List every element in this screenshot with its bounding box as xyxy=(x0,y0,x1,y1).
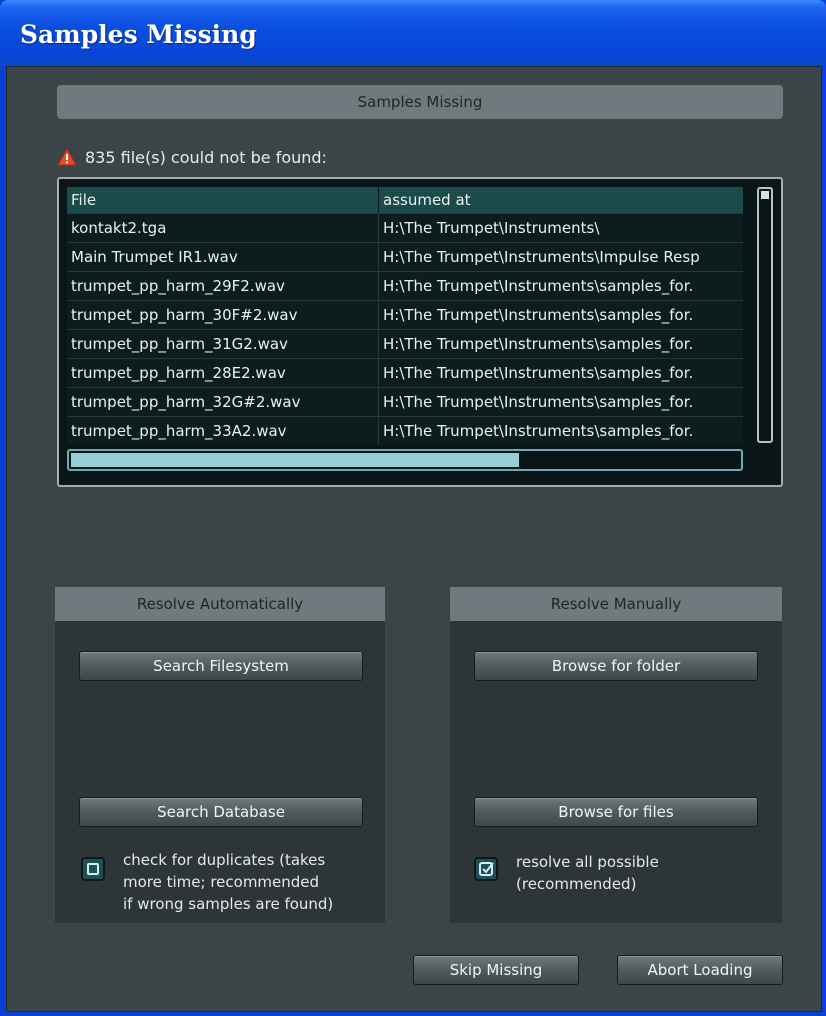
resolve-manually-panel: Resolve Manually Browse for folder Brows… xyxy=(450,587,782,923)
browse-files-button[interactable]: Browse for files xyxy=(474,797,758,827)
path-cell: H:\The Trumpet\Instruments\samples_for. xyxy=(383,422,694,440)
resolve-all-label: resolve all possible (recommended) xyxy=(516,851,659,895)
check-duplicates-label-line: more time; recommended xyxy=(123,873,320,891)
warning-icon xyxy=(57,148,77,166)
path-cell: H:\The Trumpet\Instruments\samples_for. xyxy=(383,393,694,411)
browse-folder-button[interactable]: Browse for folder xyxy=(474,651,758,681)
horizontal-scroll-thumb[interactable] xyxy=(71,453,519,467)
resolve-manually-header: Resolve Manually xyxy=(450,587,782,621)
table-row[interactable]: Main Trumpet IR1.wav H:\The Trumpet\Inst… xyxy=(67,242,743,271)
resolve-all-checkbox[interactable] xyxy=(474,857,498,881)
path-cell: H:\The Trumpet\Instruments\samples_for. xyxy=(383,335,694,353)
dialog-window: Samples Missing Samples Missing 835 file… xyxy=(0,0,826,1016)
column-header-file[interactable]: File xyxy=(67,187,379,213)
check-duplicates-label: check for duplicates (takes more time; r… xyxy=(123,849,333,915)
table-row[interactable]: trumpet_pp_harm_28E2.wav H:\The Trumpet\… xyxy=(67,358,743,387)
checkmark-icon xyxy=(479,862,494,876)
column-header-assumed-at[interactable]: assumed at xyxy=(379,187,743,213)
file-cell: trumpet_pp_harm_33A2.wav xyxy=(67,417,379,445)
window-title: Samples Missing xyxy=(20,20,257,49)
search-database-button[interactable]: Search Database xyxy=(79,797,363,827)
missing-files-table: File assumed at kontakt2.tga H:\The Trum… xyxy=(57,177,783,487)
table-row[interactable]: trumpet_pp_harm_32G#2.wav H:\The Trumpet… xyxy=(67,387,743,416)
file-cell: trumpet_pp_harm_30F#2.wav xyxy=(67,301,379,329)
check-duplicates-label-line: check for duplicates (takes xyxy=(123,851,326,869)
dialog-body: Samples Missing 835 file(s) could not be… xyxy=(6,66,822,1012)
warning-row: 835 file(s) could not be found: xyxy=(57,145,327,169)
skip-missing-button[interactable]: Skip Missing xyxy=(413,955,579,985)
vertical-scroll-thumb[interactable] xyxy=(761,191,769,199)
table-grid: File assumed at kontakt2.tga H:\The Trum… xyxy=(67,187,743,445)
check-duplicates-checkbox[interactable] xyxy=(81,857,105,881)
table-header-row: File assumed at xyxy=(67,187,743,213)
resolve-automatically-panel: Resolve Automatically Search Filesystem … xyxy=(55,587,385,923)
resolve-all-label-line: resolve all possible xyxy=(516,853,659,871)
table-row[interactable]: trumpet_pp_harm_31G2.wav H:\The Trumpet\… xyxy=(67,329,743,358)
table-row[interactable]: trumpet_pp_harm_30F#2.wav H:\The Trumpet… xyxy=(67,300,743,329)
table-row[interactable]: trumpet_pp_harm_33A2.wav H:\The Trumpet\… xyxy=(67,416,743,445)
file-cell: trumpet_pp_harm_31G2.wav xyxy=(67,330,379,358)
search-filesystem-button[interactable]: Search Filesystem xyxy=(79,651,363,681)
path-cell: H:\The Trumpet\Instruments\Impulse Resp xyxy=(383,248,700,266)
file-cell: kontakt2.tga xyxy=(67,214,379,242)
file-cell: Main Trumpet IR1.wav xyxy=(67,243,379,271)
path-cell: H:\The Trumpet\Instruments\samples_for. xyxy=(383,364,694,382)
warning-text: 835 file(s) could not be found: xyxy=(85,147,327,167)
file-cell: trumpet_pp_harm_28E2.wav xyxy=(67,359,379,387)
resolve-automatically-header: Resolve Automatically xyxy=(55,587,385,621)
resolve-all-label-line: (recommended) xyxy=(516,875,637,893)
horizontal-scrollbar[interactable] xyxy=(67,449,743,471)
table-row[interactable]: trumpet_pp_harm_29F2.wav H:\The Trumpet\… xyxy=(67,271,743,300)
table-row[interactable]: kontakt2.tga H:\The Trumpet\Instruments\ xyxy=(67,213,743,242)
path-cell: H:\The Trumpet\Instruments\ xyxy=(383,219,600,237)
samples-missing-header: Samples Missing xyxy=(57,85,783,119)
title-bar[interactable]: Samples Missing xyxy=(0,0,826,66)
path-cell: H:\The Trumpet\Instruments\samples_for. xyxy=(383,277,694,295)
vertical-scrollbar[interactable] xyxy=(757,187,773,443)
abort-loading-button[interactable]: Abort Loading xyxy=(617,955,783,985)
file-cell: trumpet_pp_harm_29F2.wav xyxy=(67,272,379,300)
path-cell: H:\The Trumpet\Instruments\samples_for. xyxy=(383,306,694,324)
checkbox-box xyxy=(87,863,99,875)
check-duplicates-label-line: if wrong samples are found) xyxy=(123,895,334,913)
file-cell: trumpet_pp_harm_32G#2.wav xyxy=(67,388,379,416)
